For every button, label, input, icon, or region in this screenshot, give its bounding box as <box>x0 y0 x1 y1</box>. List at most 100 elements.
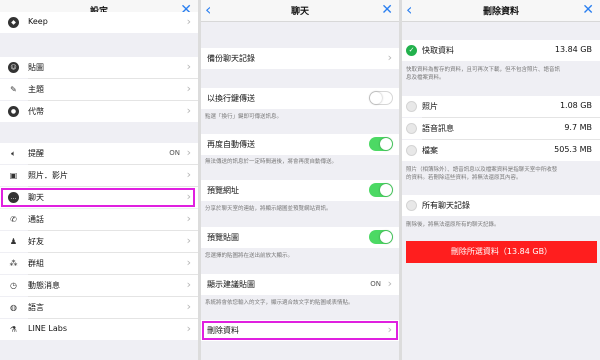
delete-data-highlight <box>202 321 398 340</box>
backup-chat-label: 備份聊天記錄 <box>207 54 255 63</box>
timeline-icon: ◷ <box>10 281 17 290</box>
cache-data-size: 13.84 GB <box>554 45 592 54</box>
enter-send-description: 點選「換行」鍵即可傳送訊息。 <box>205 114 283 120</box>
settings-item-label: LINE Labs <box>28 324 68 333</box>
suggest-stickers-label: 顯示建議貼圖 <box>207 280 255 289</box>
chat-settings-panel: ‹ 聊天 ✕ 備份聊天記錄 › 以換行鍵傳送 點選「換行」鍵即可傳送訊息。 再度… <box>201 0 399 360</box>
enter-send-toggle[interactable] <box>369 91 393 105</box>
cache-data-row[interactable]: ✓ 快取資料 13.84 GB <box>402 40 600 61</box>
chat-highlight <box>1 188 195 207</box>
chevron-right-icon: › <box>186 146 191 159</box>
chevron-right-icon: › <box>186 15 191 28</box>
enter-send-row: 以換行鍵傳送 <box>201 88 399 109</box>
delete-navbar: ‹ 刪除資料 ✕ <box>402 0 600 22</box>
settings-item-label: 貼圖 <box>28 63 44 72</box>
auto-resend-description: 無法傳送的訊息於一定時間過後，將會再度自動傳送。 <box>205 159 338 165</box>
sticker-preview-description: 您選擇的貼圖將在送出前放大顯示。 <box>205 253 294 259</box>
sticker-preview-toggle[interactable] <box>369 230 393 244</box>
page-title: 刪除資料 <box>482 7 519 17</box>
radio-icon[interactable] <box>406 123 417 134</box>
all-chats-description: 刪除後，將無法還原所有的聊天記錄。 <box>406 222 500 228</box>
delete-data-panel: ‹ 刪除資料 ✕ ✓ 快取資料 13.84 GB 快取資料為暫存的資料，且可再次… <box>402 0 600 360</box>
auto-resend-toggle[interactable] <box>369 137 393 151</box>
chevron-right-icon: › <box>186 60 191 73</box>
page-title: 聊天 <box>290 7 309 17</box>
link-preview-toggle[interactable] <box>369 183 393 197</box>
delete-selected-button[interactable]: 刪除所選資料（13.84 GB） <box>406 241 597 263</box>
chevron-right-icon: › <box>186 104 191 117</box>
files-label: 檔案 <box>422 146 438 155</box>
cache-data-label: 快取資料 <box>422 46 454 55</box>
labs-icon: ⚗ <box>9 325 18 334</box>
toggle-knob <box>380 231 392 243</box>
link-preview-label: 預覽網址 <box>207 186 239 195</box>
chevron-right-icon: › <box>186 212 191 225</box>
settings-item-label: 動態消息 <box>28 281 60 290</box>
close-icon[interactable]: ✕ <box>381 0 393 21</box>
photos-row[interactable]: 照片 1.08 GB <box>402 96 600 117</box>
backup-chat-row[interactable]: 備份聊天記錄 › <box>201 48 399 69</box>
settings-item-groups[interactable]: ⁂ 群組 › <box>0 253 198 274</box>
settings-item-label: 通話 <box>28 215 44 224</box>
auto-resend-row: 再度自動傳送 <box>201 134 399 155</box>
chevron-right-icon: › <box>186 322 191 335</box>
settings-item-theme[interactable]: ✎ 主題 › <box>0 79 198 100</box>
globe-icon: ◍ <box>10 303 17 312</box>
chevron-right-icon: › <box>186 234 191 247</box>
settings-item-labs[interactable]: ⚗ LINE Labs › <box>0 319 198 340</box>
settings-item-label: 語言 <box>28 303 44 312</box>
settings-item-calls[interactable]: ✆ 通話 › <box>0 209 198 230</box>
settings-panel: 設定 ✕ ◆ Keep › ☺ 貼圖 › ✎ 主題 › ● 代幣 › 🔈︎ 提醒… <box>0 0 198 360</box>
friend-icon: ♟ <box>9 237 18 246</box>
theme-icon: ✎ <box>10 85 17 94</box>
files-size: 505.3 MB <box>554 145 592 154</box>
notifications-status: ON <box>169 149 180 157</box>
settings-item-label: 照片．影片 <box>28 171 68 180</box>
sticker-preview-row: 預覽貼圖 <box>201 227 399 248</box>
cache-description-2: 息及檔案資料。 <box>406 75 445 81</box>
suggest-stickers-description: 系統將會依您輸入的文字，顯示適合該文字的貼圖或表情貼。 <box>205 300 354 306</box>
all-chats-row[interactable]: 所有聊天記錄 <box>402 195 600 216</box>
all-chats-label: 所有聊天記錄 <box>422 201 470 210</box>
settings-item-label: 好友 <box>28 237 44 246</box>
settings-item-label: 代幣 <box>28 107 44 116</box>
settings-item-keep[interactable]: ◆ Keep › <box>0 12 198 33</box>
sticker-icon: ☺ <box>8 62 19 73</box>
settings-item-notifications[interactable]: 🔈︎ 提醒 ON › <box>0 143 198 164</box>
settings-item-sticker[interactable]: ☺ 貼圖 › <box>0 57 198 78</box>
chevron-right-icon: › <box>387 277 392 290</box>
toggle-knob <box>370 92 382 104</box>
close-icon[interactable]: ✕ <box>582 0 594 21</box>
settings-item-friends[interactable]: ♟ 好友 › <box>0 231 198 252</box>
settings-item-photos[interactable]: ▣ 照片．影片 › <box>0 165 198 186</box>
keep-icon: ◆ <box>8 17 19 28</box>
chevron-right-icon: › <box>186 82 191 95</box>
settings-item-language[interactable]: ◍ 語言 › <box>0 297 198 318</box>
settings-item-label: 提醒 <box>28 149 44 158</box>
chevron-right-icon: › <box>186 278 191 291</box>
media-description-1: 照片（相簿除外）、語音訊息以及檔案資料是指聊天室中所收發 <box>406 167 558 173</box>
coin-icon: ● <box>8 106 19 117</box>
photos-label: 照片 <box>422 102 438 111</box>
chevron-right-icon: › <box>186 300 191 313</box>
link-preview-row: 預覽網址 <box>201 180 399 201</box>
speaker-icon: 🔈︎ <box>11 149 16 158</box>
link-preview-description: 分享於聊天室的連結，將顯示縮圖並預覽網站資訊。 <box>205 206 332 212</box>
settings-item-timeline[interactable]: ◷ 動態消息 › <box>0 275 198 296</box>
voice-messages-size: 9.7 MB <box>564 123 592 132</box>
sticker-preview-label: 預覽貼圖 <box>207 233 239 242</box>
checkmark-icon[interactable]: ✓ <box>406 45 417 56</box>
phone-icon: ✆ <box>10 215 17 224</box>
photo-icon: ▣ <box>9 171 18 180</box>
cache-description-1: 快取資料為暫存的資料，且可再次下載，但不包含照片、語音訊 <box>406 67 561 73</box>
settings-item-coin[interactable]: ● 代幣 › <box>0 101 198 122</box>
voice-messages-row[interactable]: 語音訊息 9.7 MB <box>402 118 600 139</box>
files-row[interactable]: 檔案 505.3 MB <box>402 140 600 161</box>
radio-icon[interactable] <box>406 101 417 112</box>
radio-icon[interactable] <box>406 145 417 156</box>
suggest-stickers-row[interactable]: 顯示建議貼圖 ON › <box>201 274 399 295</box>
media-description-2: 的資料。若刪除這些資料，將無法還原其內容。 <box>406 175 522 181</box>
radio-icon[interactable] <box>406 200 417 211</box>
settings-item-label: 主題 <box>28 85 44 94</box>
toggle-knob <box>380 184 392 196</box>
